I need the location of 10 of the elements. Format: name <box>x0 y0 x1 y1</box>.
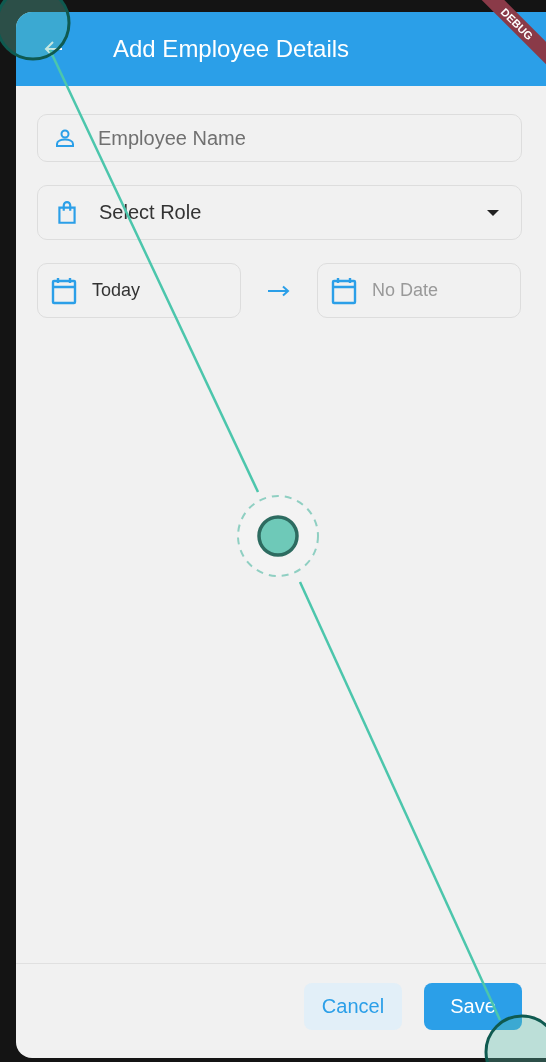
end-date-field[interactable]: No Date <box>317 263 521 318</box>
start-date-field[interactable]: Today <box>37 263 241 318</box>
cancel-button[interactable]: Cancel <box>304 982 402 1030</box>
app-bar-title: Add Employee Details <box>113 35 350 63</box>
calendar-icon <box>51 276 77 305</box>
calendar-icon <box>331 276 357 305</box>
employee-name-field[interactable]: Employee Name <box>37 114 522 162</box>
arrow-icon <box>267 284 291 297</box>
save-button[interactable]: Save <box>424 982 522 1030</box>
caret-icon <box>487 209 499 216</box>
